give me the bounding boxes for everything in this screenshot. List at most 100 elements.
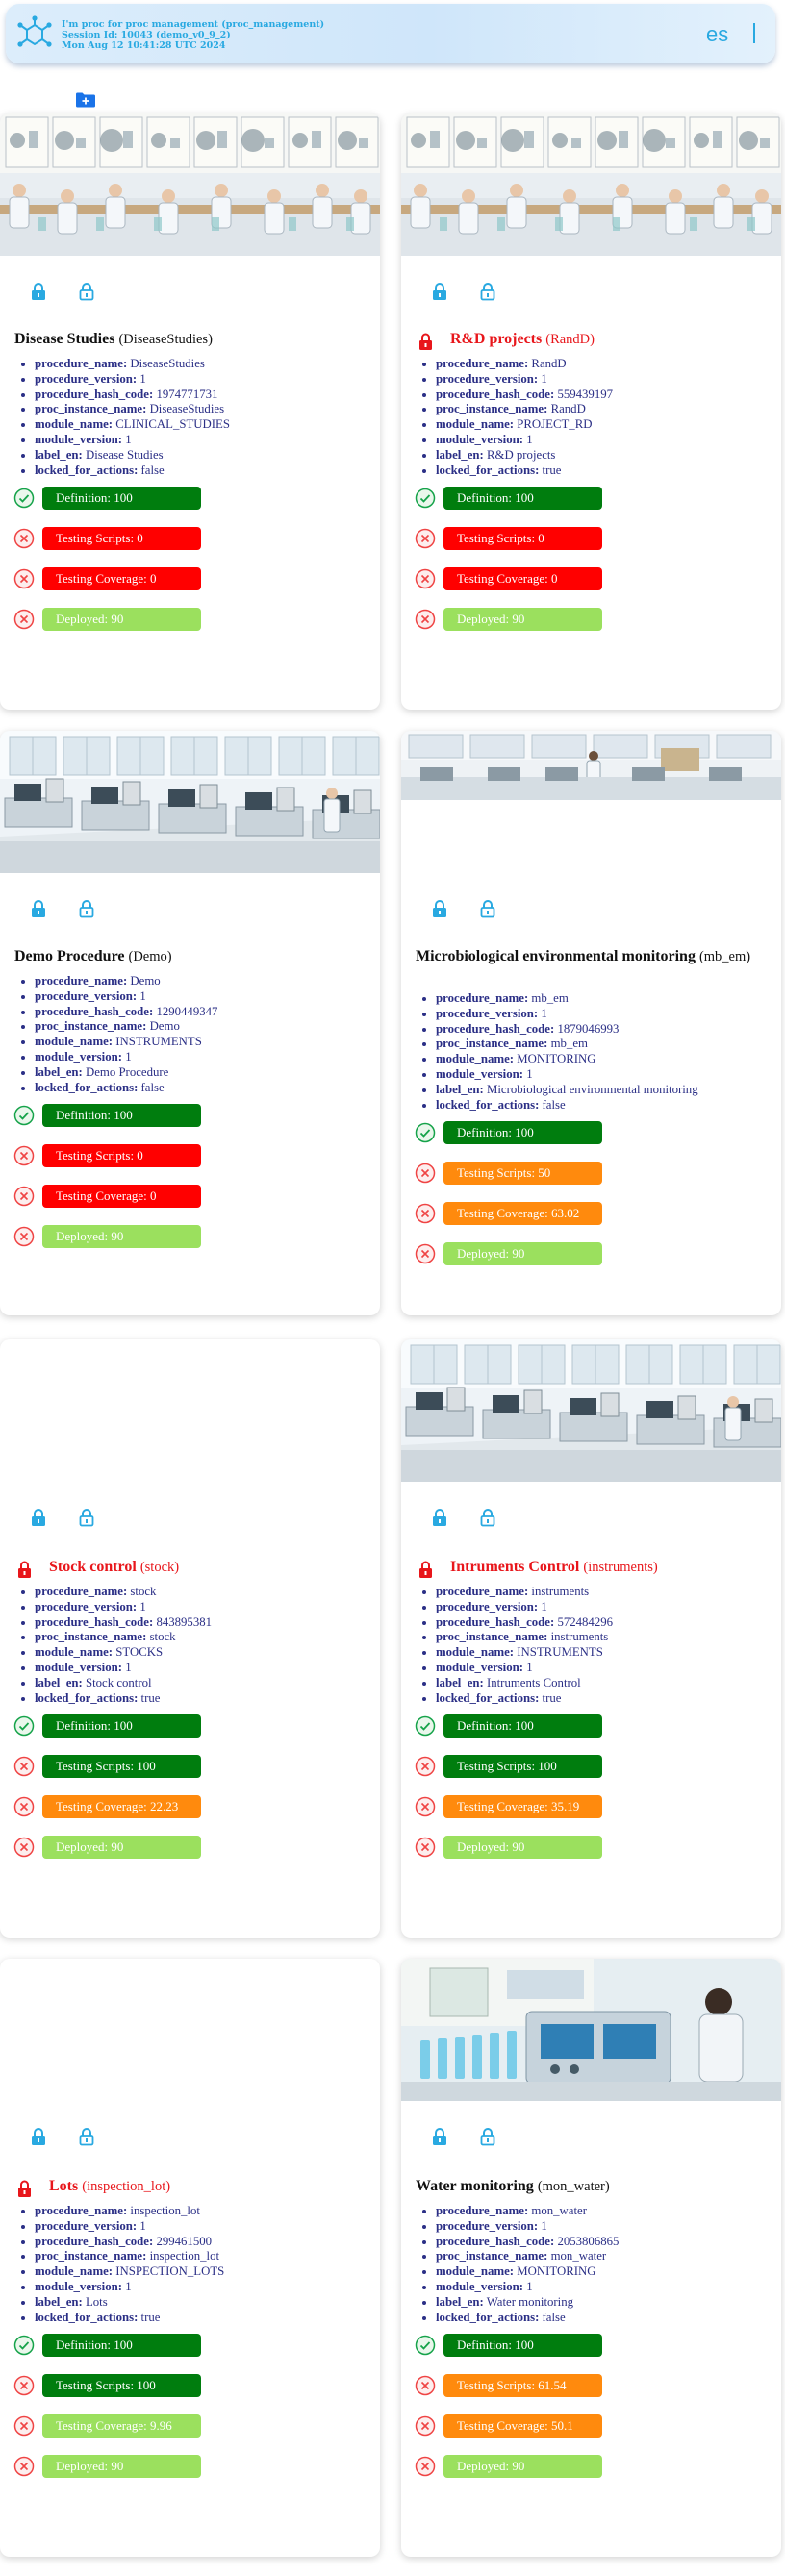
property-key: module_name:	[35, 2264, 114, 2279]
x-circle-icon	[415, 609, 436, 630]
status-testing-scripts: Testing Scripts: 61.54	[415, 2373, 771, 2398]
procedure-properties: procedure_name: DiseaseStudies procedure…	[19, 357, 372, 478]
property-value: INSPECTION_LOTS	[115, 2264, 225, 2279]
procedure-code: (stock)	[139, 1560, 180, 1575]
header-bar: I'm proc for proc management (proc_manag…	[6, 4, 775, 63]
procedure-code: (RandD)	[545, 332, 595, 347]
status-deployed: Deployed: 90	[415, 1835, 771, 1860]
property-value: 1	[125, 2279, 132, 2293]
property-key: proc_instance_name:	[436, 1630, 548, 1644]
unlock-icon[interactable]	[78, 899, 95, 918]
property-key: procedure_hash_code:	[436, 1614, 555, 1629]
lock-icon[interactable]	[431, 1508, 448, 1527]
property-value: 1	[139, 2218, 146, 2233]
property-key: locked_for_actions:	[35, 2310, 139, 2324]
unlock-icon[interactable]	[78, 1508, 95, 1527]
status-deployed: Deployed: 90	[13, 1835, 369, 1860]
property-value: false	[140, 1080, 165, 1094]
lock-icon[interactable]	[30, 1508, 47, 1527]
lock-icon[interactable]	[431, 282, 448, 301]
property-procedure-hash-code: procedure_hash_code: 299461500	[35, 2235, 372, 2250]
x-circle-icon	[13, 1756, 35, 1777]
unlock-icon[interactable]	[479, 282, 496, 301]
testing-scripts-badge: Testing Scripts: 100	[443, 1755, 602, 1779]
status-deployed: Deployed: 90	[415, 607, 771, 632]
x-circle-icon	[415, 528, 436, 549]
procedure-title: R&D projects (RandD)	[450, 330, 772, 349]
language-switch[interactable]: es	[706, 22, 728, 47]
status-testing-coverage: Testing Coverage: 50.1	[415, 2413, 771, 2438]
property-value: false	[542, 1097, 566, 1112]
property-key: locked_for_actions:	[35, 1690, 139, 1705]
property-value: 843895381	[156, 1614, 213, 1629]
x-circle-icon	[13, 2375, 35, 2396]
property-value: Microbiological environmental monitoring	[486, 1082, 698, 1096]
lock-icon[interactable]	[30, 282, 47, 301]
property-key: procedure_hash_code:	[436, 1021, 555, 1036]
property-procedure-version: procedure_version: 1	[436, 1600, 773, 1615]
unlock-icon[interactable]	[479, 1508, 496, 1527]
property-key: label_en:	[35, 2294, 83, 2309]
unlock-icon[interactable]	[78, 2127, 95, 2146]
lock-icon[interactable]	[30, 2127, 47, 2146]
x-circle-icon	[13, 1145, 35, 1166]
property-value: 299461500	[156, 2234, 213, 2248]
session-info: I'm proc for proc management (proc_manag…	[62, 19, 324, 51]
folder-add-icon[interactable]	[76, 92, 95, 108]
property-key: label_en:	[436, 2294, 484, 2309]
property-procedure-version: procedure_version: 1	[35, 2219, 372, 2235]
deployed-badge: Deployed: 90	[42, 608, 201, 632]
property-value: 1	[139, 371, 146, 386]
lock-icon[interactable]	[431, 2127, 448, 2146]
property-value: true	[542, 1690, 562, 1705]
unlock-icon[interactable]	[78, 282, 95, 301]
property-procedure-version: procedure_version: 1	[35, 372, 372, 388]
property-procedure-hash-code: procedure_hash_code: 559439197	[436, 388, 773, 403]
property-key: procedure_version:	[35, 371, 138, 386]
property-proc-instance-name: proc_instance_name: instruments	[436, 1630, 773, 1645]
property-key: procedure_name:	[436, 2204, 529, 2217]
status-testing-scripts: Testing Scripts: 0	[13, 526, 369, 551]
deployed-badge: Deployed: 90	[443, 1242, 602, 1266]
testing-scripts-badge: Testing Scripts: 50	[443, 1162, 602, 1186]
unlock-icon[interactable]	[479, 2127, 496, 2146]
procedure-properties: procedure_name: Demo procedure_version: …	[19, 974, 372, 1095]
property-key: procedure_hash_code:	[436, 387, 555, 401]
status-definition: Definition: 100	[415, 1120, 771, 1145]
property-locked-for-actions: locked_for_actions: true	[436, 463, 773, 479]
property-value: instruments	[550, 1630, 609, 1644]
x-circle-icon	[13, 1837, 35, 1858]
status-testing-coverage: Testing Coverage: 9.96	[13, 2413, 369, 2438]
status-testing-coverage: Testing Coverage: 0	[13, 1184, 369, 1209]
property-key: locked_for_actions:	[35, 1080, 139, 1094]
deployed-badge: Deployed: 90	[42, 1836, 201, 1860]
deployed-badge: Deployed: 90	[42, 1225, 201, 1249]
property-key: module_name:	[35, 1645, 114, 1660]
property-key: module_name:	[35, 1035, 114, 1049]
procedure-card: Intruments Control (instruments) procedu…	[401, 1339, 781, 1938]
property-procedure-name: procedure_name: instruments	[436, 1585, 773, 1600]
x-circle-icon	[415, 1163, 436, 1184]
deployed-badge: Deployed: 90	[443, 1836, 602, 1860]
procedure-code: (instruments)	[583, 1560, 658, 1575]
testing-scripts-badge: Testing Scripts: 0	[443, 527, 602, 551]
property-proc-instance-name: proc_instance_name: mb_em	[436, 1037, 773, 1052]
procedure-code: (mon_water)	[537, 2179, 610, 2194]
procedure-code: (inspection_lot)	[82, 2179, 171, 2194]
property-proc-instance-name: proc_instance_name: stock	[35, 1630, 372, 1645]
unlock-icon[interactable]	[479, 899, 496, 918]
property-key: procedure_name:	[436, 1585, 529, 1598]
status-definition: Definition: 100	[13, 486, 369, 511]
lock-icon[interactable]	[30, 899, 47, 918]
property-proc-instance-name: proc_instance_name: DiseaseStudies	[35, 402, 372, 417]
property-label-en: label_en: Intruments Control	[436, 1676, 773, 1691]
property-value: 1	[125, 1660, 132, 1674]
lock-icon[interactable]	[431, 899, 448, 918]
property-value: stock	[149, 1630, 176, 1644]
definition-badge: Definition: 100	[443, 487, 602, 511]
locked-lock-icon	[418, 332, 433, 351]
property-key: locked_for_actions:	[436, 1690, 540, 1705]
procedure-title-block: Demo Procedure (Demo)	[14, 947, 370, 966]
property-value: mon_water	[550, 2249, 607, 2263]
property-key: locked_for_actions:	[436, 2310, 540, 2324]
